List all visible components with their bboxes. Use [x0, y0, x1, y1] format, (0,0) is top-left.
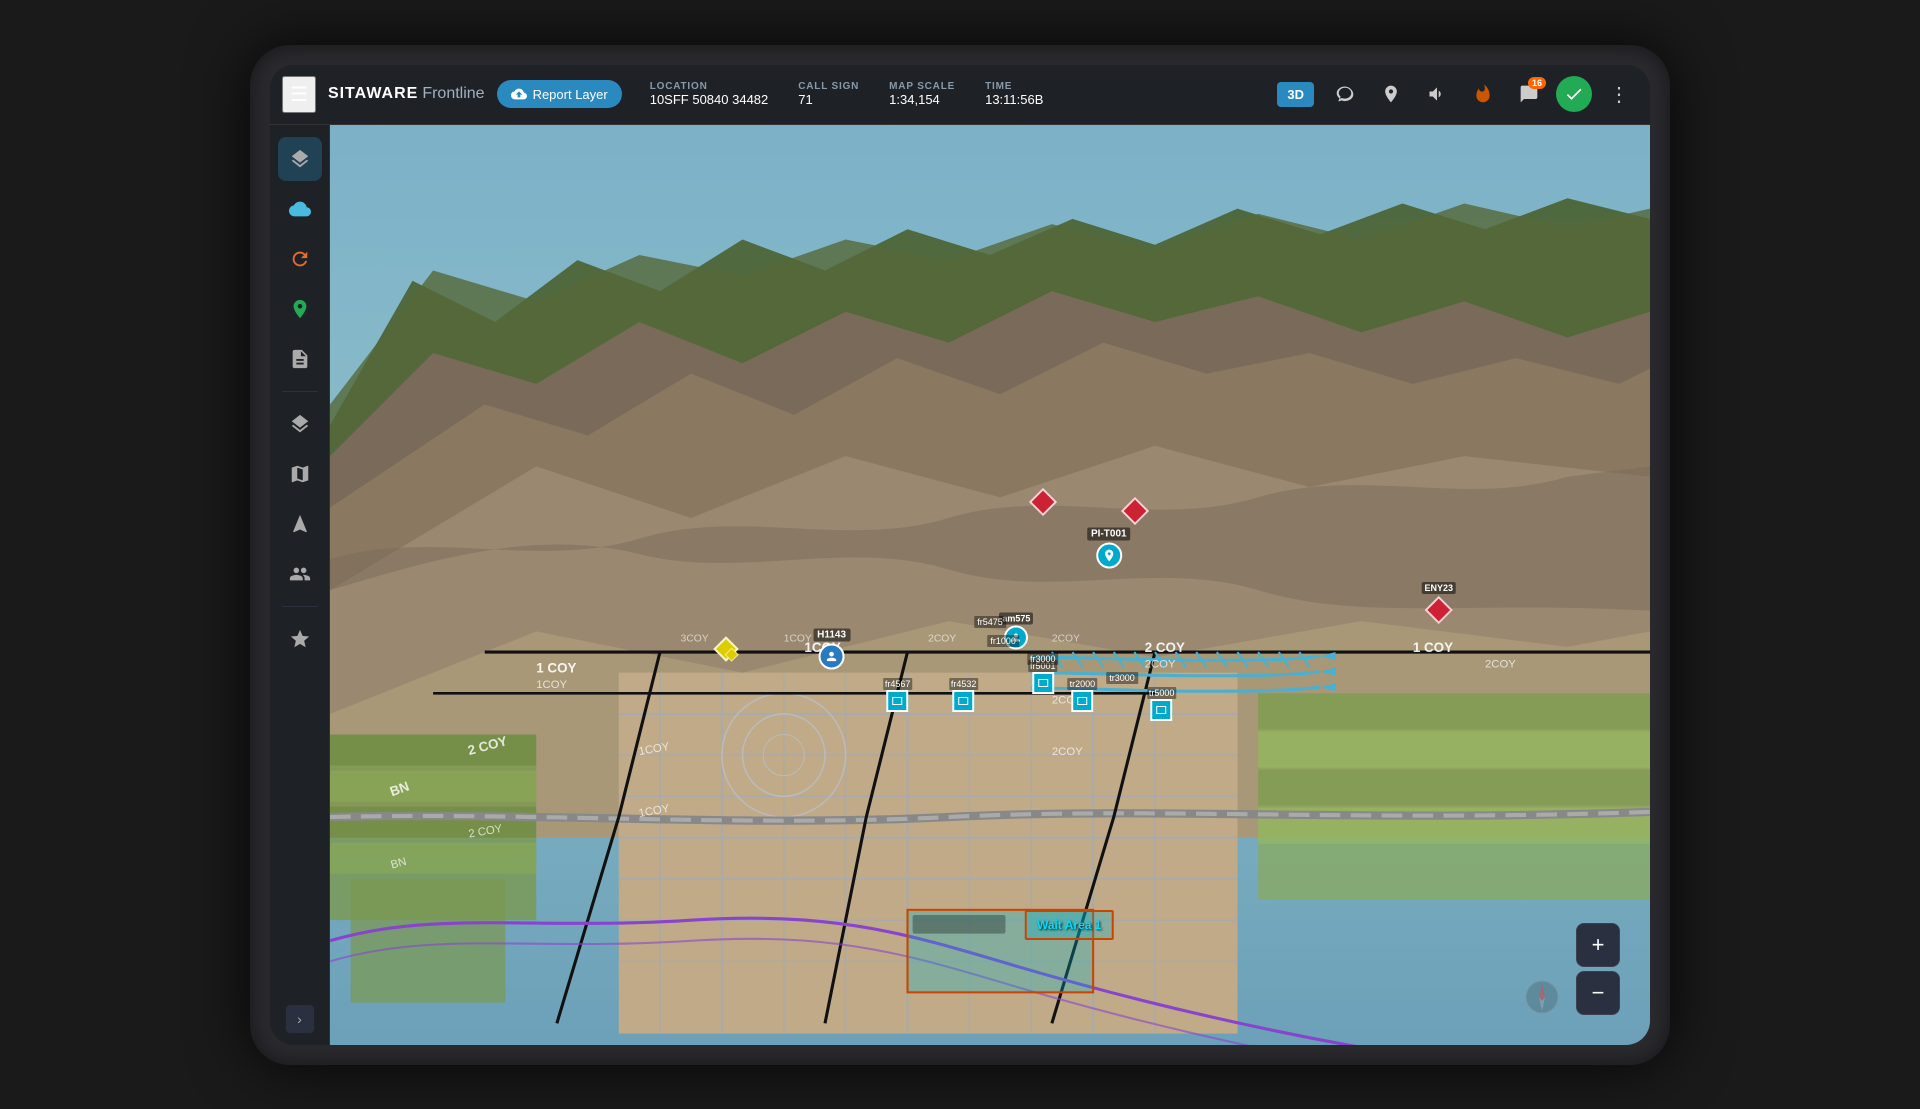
svg-text:2COY: 2COY — [1052, 633, 1080, 644]
marker-eny23[interactable]: ENY23 — [1422, 582, 1457, 624]
sidebar-divider-1 — [282, 391, 318, 392]
brand-logo: SITAWARE Frontline — [328, 85, 485, 103]
marker-yellow-diamond[interactable] — [712, 635, 740, 663]
fire-button[interactable] — [1464, 75, 1502, 113]
header-bar: ☰ SITAWARE Frontline Report Layer LOCATI… — [270, 65, 1650, 125]
svg-text:1COY: 1COY — [784, 633, 812, 644]
map-icon — [289, 463, 311, 485]
svg-text:3COY: 3COY — [681, 633, 709, 644]
marker-fr4567[interactable]: fr4567 — [883, 678, 913, 712]
svg-text:2COY: 2COY — [1052, 746, 1083, 758]
marker-enemy-2[interactable] — [1121, 497, 1149, 525]
svg-text:2 COY: 2 COY — [1145, 640, 1185, 655]
hamburger-button[interactable]: ☰ — [282, 76, 316, 113]
check-button[interactable] — [1556, 76, 1592, 112]
navigate-icon — [289, 298, 311, 320]
zoom-in-button[interactable]: + — [1576, 923, 1620, 967]
checkmark-icon — [1564, 84, 1584, 104]
call-sign-label: CALL SIGN — [798, 81, 859, 92]
marker-wait-area[interactable]: Wait Area 1 — [1025, 910, 1113, 940]
audio-button[interactable] — [1418, 75, 1456, 113]
header-actions: 16 ⋮ — [1326, 75, 1638, 113]
people-icon — [289, 563, 311, 585]
radio-button[interactable] — [1326, 75, 1364, 113]
compass — [1524, 979, 1560, 1015]
marker-fr3000[interactable]: fr3000 — [1027, 649, 1059, 667]
view-3d-button[interactable]: 3D — [1277, 82, 1314, 107]
svg-text:2COY: 2COY — [1145, 658, 1176, 670]
sidebar-expand-button[interactable]: › — [286, 1005, 314, 1033]
device-screen: ☰ SITAWARE Frontline Report Layer LOCATI… — [270, 65, 1650, 1045]
chat-badge: 16 — [1528, 77, 1546, 89]
chat-button[interactable]: 16 — [1510, 75, 1548, 113]
brand-sitaware: SITAWARE — [328, 85, 418, 103]
marker-fr5475[interactable]: fr5475 — [974, 612, 1006, 630]
location-value: 10SFF 50840 34482 — [650, 92, 769, 107]
zoom-controls: + − — [1576, 923, 1620, 1015]
sidebar-item-map[interactable] — [278, 452, 322, 496]
map-scale-value: 1:34,154 — [889, 92, 955, 107]
layers-icon — [289, 148, 311, 170]
marker-tr2000[interactable]: tr2000 — [1068, 678, 1098, 712]
location-label: LOCATION — [650, 81, 769, 92]
cloud-icon — [289, 198, 311, 220]
map-area[interactable]: 1 COY 1COY 1COY 2 COY 2COY 1 COY 2COY 2 … — [330, 125, 1650, 1045]
fire-icon — [1473, 84, 1493, 104]
main-content: › — [270, 125, 1650, 1045]
svg-text:1 COY: 1 COY — [536, 660, 576, 675]
call-sign-value: 71 — [798, 92, 859, 107]
sidebar-item-people[interactable] — [278, 552, 322, 596]
marker-h1143[interactable]: H1143 — [813, 628, 850, 669]
marker-tr3000[interactable]: tr3000 — [1106, 668, 1138, 686]
sidebar-item-share[interactable] — [278, 237, 322, 281]
sidebar-item-layers[interactable] — [278, 137, 322, 181]
location-block: LOCATION 10SFF 50840 34482 — [650, 81, 769, 107]
svg-text:2COY: 2COY — [928, 633, 956, 644]
sidebar-item-favorites[interactable] — [278, 617, 322, 661]
svg-text:1 COY: 1 COY — [1413, 640, 1453, 655]
sidebar-divider-2 — [282, 606, 318, 607]
time-block: TIME 13:11:56B — [985, 81, 1043, 107]
document-icon — [289, 348, 311, 370]
sidebar-item-report[interactable] — [278, 337, 322, 381]
device-frame: ☰ SITAWARE Frontline Report Layer LOCATI… — [250, 45, 1670, 1065]
zoom-out-button[interactable]: − — [1576, 971, 1620, 1015]
speaker-icon — [1427, 84, 1447, 104]
arrow-icon — [289, 513, 311, 535]
call-sign-block: CALL SIGN 71 — [798, 81, 859, 107]
sidebar-item-navigate[interactable] — [278, 287, 322, 331]
svg-text:2COY: 2COY — [1485, 658, 1516, 670]
location-button[interactable] — [1372, 75, 1410, 113]
marker-fr4532[interactable]: fr4532 — [949, 678, 979, 712]
cloud-upload-icon — [511, 86, 527, 102]
sidebar: › — [270, 125, 330, 1045]
stack-icon — [289, 413, 311, 435]
marker-pit001[interactable]: PI-T001 — [1087, 527, 1131, 568]
map-scale-block: MAP SCALE 1:34,154 — [889, 81, 955, 107]
sidebar-item-navigation[interactable] — [278, 502, 322, 546]
more-options-button[interactable]: ⋮ — [1600, 75, 1638, 113]
time-label: TIME — [985, 81, 1043, 92]
sidebar-item-stack[interactable] — [278, 402, 322, 446]
marker-tr5000[interactable]: tr5000 — [1147, 687, 1177, 721]
marker-fr1000[interactable]: fr1000 — [987, 631, 1019, 649]
refresh-icon — [289, 248, 311, 270]
report-layer-label: Report Layer — [533, 87, 608, 102]
star-icon — [289, 628, 311, 650]
svg-text:1COY: 1COY — [536, 679, 567, 691]
location-pin-icon — [1381, 84, 1401, 104]
marker-enemy-1[interactable] — [1029, 488, 1057, 516]
map-scale-label: MAP SCALE — [889, 81, 955, 92]
time-value: 13:11:56B — [985, 92, 1043, 107]
brand-frontline: Frontline — [422, 85, 484, 103]
sidebar-item-cloud[interactable] — [278, 187, 322, 231]
header-info: LOCATION 10SFF 50840 34482 CALL SIGN 71 … — [650, 81, 1266, 107]
radio-icon — [1335, 84, 1355, 104]
report-layer-button[interactable]: Report Layer — [497, 80, 622, 108]
